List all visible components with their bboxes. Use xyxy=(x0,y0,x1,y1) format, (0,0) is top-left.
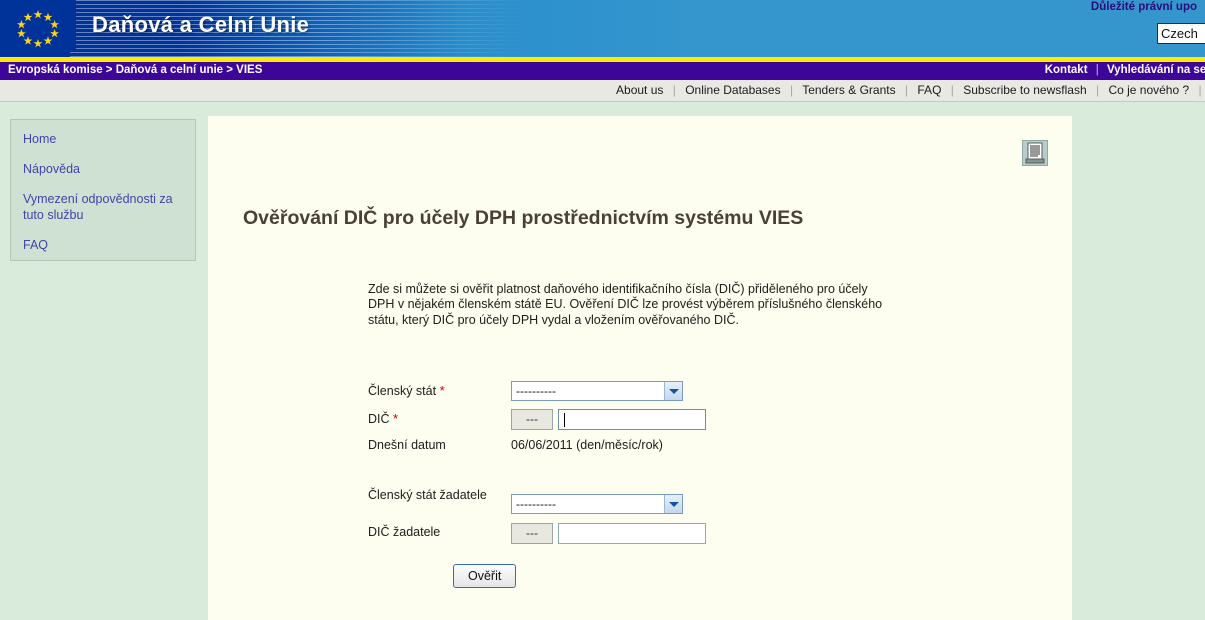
nav-separator: | xyxy=(950,83,954,97)
eu-flag-icon xyxy=(0,0,76,52)
contact-link[interactable]: Kontakt xyxy=(1045,64,1088,76)
legal-notice-link[interactable]: Důležité právní upo xyxy=(1091,1,1197,13)
chevron-down-icon[interactable] xyxy=(664,382,682,400)
breadcrumb-right-links: Kontakt | Vyhledávání na serveru xyxy=(1045,64,1205,76)
requester-member-state-label: Členský stát žadatele xyxy=(368,488,487,502)
nav-separator: | xyxy=(789,83,794,97)
nav-separator: | xyxy=(1095,83,1100,97)
page-title: Ověřování DIČ pro účely DPH prostřednict… xyxy=(243,207,804,229)
nav-item-subscribe-newsflash[interactable]: Subscribe to newsflash xyxy=(963,83,1086,97)
masthead-title: Daňová a Celní Unie xyxy=(92,12,310,37)
site-masthead: Daňová a Celní Unie Důležité právní upo … xyxy=(0,0,1205,57)
member-state-select[interactable]: ---------- xyxy=(511,381,683,401)
verify-button[interactable]: Ověřit xyxy=(453,564,517,588)
field-row-member-state: Členský stát * ---------- xyxy=(368,381,928,409)
requester-vat-number-label: DIČ žadatele xyxy=(368,525,441,539)
nav-separator: | xyxy=(1198,83,1202,97)
today-label: Dnešní datum xyxy=(368,438,446,452)
requester-vat-country-prefix: --- xyxy=(511,523,553,544)
required-marker: * xyxy=(393,411,399,426)
requester-member-state-select[interactable]: ---------- xyxy=(511,494,683,514)
submit-row: Ověřit xyxy=(453,564,517,588)
nav-item-whats-new[interactable]: Co je nového ? xyxy=(1108,83,1189,97)
requester-member-state-selected-value: ---------- xyxy=(516,497,556,511)
secondary-navigation-items: About us | Online Databases | Tenders & … xyxy=(616,83,1205,97)
today-value: 06/06/2011 (den/měsíc/rok) xyxy=(511,438,663,452)
breadcrumb-bar: Evropská komise > Daňová a celní unie > … xyxy=(0,62,1205,80)
content-panel: Ověřování DIČ pro účely DPH prostřednict… xyxy=(208,116,1072,620)
page-body: Home Nápověda Vymezení odpovědnosti za t… xyxy=(0,102,1205,620)
sidebar-item-home[interactable]: Home xyxy=(23,131,186,147)
breadcrumb[interactable]: Evropská komise > Daňová a celní unie > … xyxy=(8,64,262,76)
required-marker: * xyxy=(439,383,445,398)
field-row-requester-vat-number: DIČ žadatele --- xyxy=(368,523,928,550)
vat-number-label-text: DIČ xyxy=(368,412,390,426)
requester-vat-number-input[interactable] xyxy=(558,523,706,544)
secondary-navigation: About us | Online Databases | Tenders & … xyxy=(0,80,1205,102)
vat-number-label: DIČ * xyxy=(368,411,508,427)
breadcrumb-separator: | xyxy=(1095,64,1099,76)
print-icon[interactable] xyxy=(1022,140,1048,166)
sidebar-item-disclaimer[interactable]: Vymezení odpovědnosti za tuto službu xyxy=(23,191,186,223)
member-state-label: Členský stát * xyxy=(368,383,508,399)
field-row-vat-number: DIČ * --- xyxy=(368,409,928,436)
nav-item-faq[interactable]: FAQ xyxy=(917,83,941,97)
vat-number-input[interactable] xyxy=(558,409,706,430)
language-select[interactable]: Czech xyxy=(1157,23,1205,44)
nav-item-about-us[interactable]: About us xyxy=(616,83,663,97)
sidebar: Home Nápověda Vymezení odpovědnosti za t… xyxy=(10,119,196,261)
field-row-today: Dnešní datum 06/06/2011 (den/měsíc/rok) xyxy=(368,436,928,486)
intro-paragraph: Zde si můžete si ověřit platnost daňovéh… xyxy=(368,282,883,327)
chevron-down-icon[interactable] xyxy=(664,495,682,513)
nav-separator: | xyxy=(904,83,909,97)
member-state-selected-value: ---------- xyxy=(516,384,556,398)
sidebar-item-help[interactable]: Nápověda xyxy=(23,161,186,177)
text-caret xyxy=(564,413,565,427)
field-row-requester-member-state: Členský stát žadatele ---------- xyxy=(368,486,928,523)
nav-separator: | xyxy=(672,83,676,97)
vat-number-country-prefix: --- xyxy=(511,409,553,430)
vat-validation-form: Členský stát * ---------- DIČ * --- Dneš… xyxy=(368,381,928,550)
nav-item-tenders-grants[interactable]: Tenders & Grants xyxy=(802,83,895,97)
member-state-label-text: Členský stát xyxy=(368,384,437,398)
nav-item-online-databases[interactable]: Online Databases xyxy=(685,83,780,97)
site-search-link[interactable]: Vyhledávání na serveru xyxy=(1107,64,1205,76)
sidebar-item-faq[interactable]: FAQ xyxy=(23,237,186,253)
